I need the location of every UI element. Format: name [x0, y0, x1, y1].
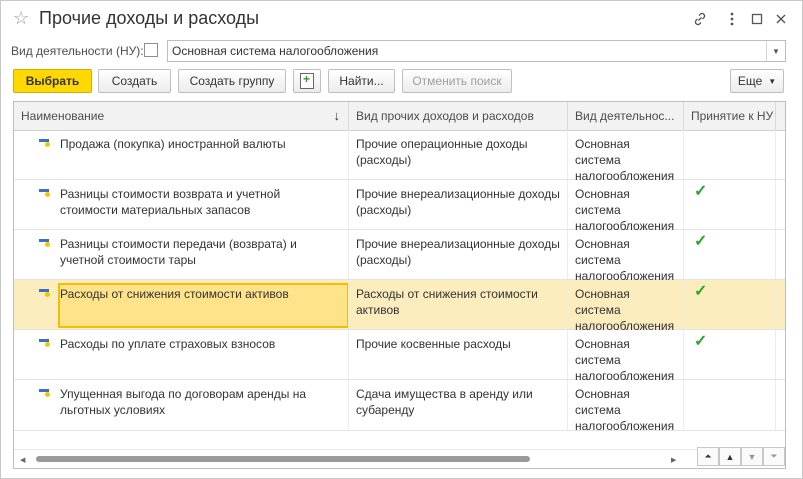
column-header-accepted[interactable]: Принятие к НУ [684, 102, 776, 130]
table-row[interactable]: Расходы от снижения стоимости активов Рас… [14, 280, 785, 333]
more-button[interactable]: Еще ▼ [730, 69, 784, 93]
link-icon[interactable] [691, 10, 709, 28]
table-row[interactable]: Упущенная выгода по договорам аренды на … [14, 380, 785, 433]
create-button[interactable]: Создать [98, 69, 171, 93]
select-button[interactable]: Выбрать [13, 69, 92, 93]
maximize-icon[interactable] [748, 10, 766, 28]
column-header-name[interactable]: Наименование ↓ [14, 102, 349, 130]
chevron-down-icon[interactable]: ▼ [766, 41, 785, 61]
create-group-button[interactable]: Создать группу [178, 69, 286, 93]
sort-arrow-icon: ↓ [333, 108, 341, 123]
checkmark-icon: ✓ [694, 283, 708, 300]
go-to-last-button[interactable]: ⏷ [763, 447, 785, 466]
more-button-label: Еще [737, 74, 763, 88]
items-table[interactable]: Наименование ↓ Вид прочих доходов и расх… [13, 101, 786, 469]
cell-activity[interactable]: Основная система налогообложения [568, 180, 684, 233]
horizontal-scrollbar[interactable]: ◀ ▶ [14, 449, 785, 468]
cell-accepted[interactable]: ✓ [684, 280, 776, 329]
cell-accepted[interactable] [684, 130, 776, 179]
add-document-icon [300, 72, 314, 89]
scroll-left-icon[interactable]: ◀ [20, 456, 25, 464]
cell-name[interactable]: Разницы стоимости возврата и учетной сто… [14, 180, 349, 229]
title-bar: ☆ Прочие доходы и расходы [1, 1, 802, 37]
cell-kind[interactable]: Прочие внереализационные доходы (расходы… [349, 180, 568, 229]
cell-activity[interactable]: Основная система налогообложения [568, 380, 684, 433]
cell-accepted[interactable]: ✓ [684, 230, 776, 279]
close-icon[interactable] [772, 10, 790, 28]
checkmark-icon: ✓ [694, 333, 708, 350]
cell-name[interactable]: Упущенная выгода по договорам аренды на … [14, 380, 349, 430]
catalog-window: ☆ Прочие доходы и расходы Вид деятельнос… [0, 0, 803, 479]
cell-activity[interactable]: Основная система налогообложения [568, 230, 684, 283]
last-icon: ⏷ [770, 451, 778, 461]
table-row[interactable]: Продажа (покупка) иностранной валюты Проч… [14, 130, 785, 183]
cell-name[interactable]: Расходы от снижения стоимости активов [14, 280, 349, 329]
checkmark-icon: ✓ [694, 183, 708, 200]
cell-name[interactable]: Продажа (покупка) иностранной валюты [14, 130, 349, 179]
column-header-kind[interactable]: Вид прочих доходов и расходов [349, 102, 568, 130]
cell-activity[interactable]: Основная система налогообложения [568, 330, 684, 383]
column-header-name-label: Наименование [21, 109, 105, 123]
cell-kind[interactable]: Прочие косвенные расходы [349, 330, 568, 379]
cell-kind[interactable]: Сдача имущества в аренду или субаренду [349, 380, 568, 430]
down-icon: ▼ [747, 451, 757, 462]
cell-kind[interactable]: Прочие операционные доходы (расходы) [349, 130, 568, 179]
star-icon[interactable]: ☆ [13, 8, 29, 29]
cell-accepted[interactable] [684, 380, 776, 430]
cell-activity[interactable]: Основная система налогообложения [568, 280, 684, 333]
scroll-right-icon[interactable]: ▶ [671, 456, 676, 464]
cell-accepted[interactable]: ✓ [684, 180, 776, 229]
activity-filter-field[interactable]: Основная система налогообложения ▼ [167, 40, 786, 62]
chevron-down-icon: ▼ [768, 76, 777, 86]
table-row[interactable]: Разницы стоимости возврата и учетной сто… [14, 180, 785, 233]
table-row[interactable]: Разницы стоимости передачи (возврата) и … [14, 230, 785, 283]
activity-filter-label: Вид деятельности (НУ): [11, 44, 144, 58]
add-item-button[interactable] [293, 69, 321, 93]
go-to-first-button[interactable]: ⏶ [697, 447, 719, 466]
cell-activity[interactable]: Основная система налогообложения [568, 130, 684, 183]
up-icon: ▲ [725, 451, 735, 462]
cell-kind[interactable]: Расходы от снижения стоимости активов [349, 280, 568, 329]
find-button[interactable]: Найти... [328, 69, 395, 93]
cell-kind[interactable]: Прочие внереализационные доходы (расходы… [349, 230, 568, 279]
go-down-button[interactable]: ▼ [741, 447, 763, 466]
column-header-activity[interactable]: Вид деятельнос... [568, 102, 684, 130]
more-icon[interactable] [723, 10, 741, 28]
table-header: Наименование ↓ Вид прочих доходов и расх… [14, 102, 785, 131]
activity-filter-value: Основная система налогообложения [172, 44, 379, 58]
cell-accepted[interactable]: ✓ [684, 330, 776, 379]
checkmark-icon: ✓ [694, 233, 708, 250]
cell-name[interactable]: Разницы стоимости передачи (возврата) и … [14, 230, 349, 279]
cell-name[interactable]: Расходы по уплате страховых взносов [14, 330, 349, 379]
cancel-search-button[interactable]: Отменить поиск [402, 69, 512, 93]
scrollbar-thumb[interactable] [36, 456, 530, 462]
table-row[interactable]: Расходы по уплате страховых взносов Прочи… [14, 330, 785, 383]
go-up-button[interactable]: ▲ [719, 447, 741, 466]
first-icon: ⏶ [704, 451, 712, 461]
activity-filter-checkbox[interactable] [144, 43, 158, 57]
window-title: Прочие доходы и расходы [39, 8, 260, 28]
